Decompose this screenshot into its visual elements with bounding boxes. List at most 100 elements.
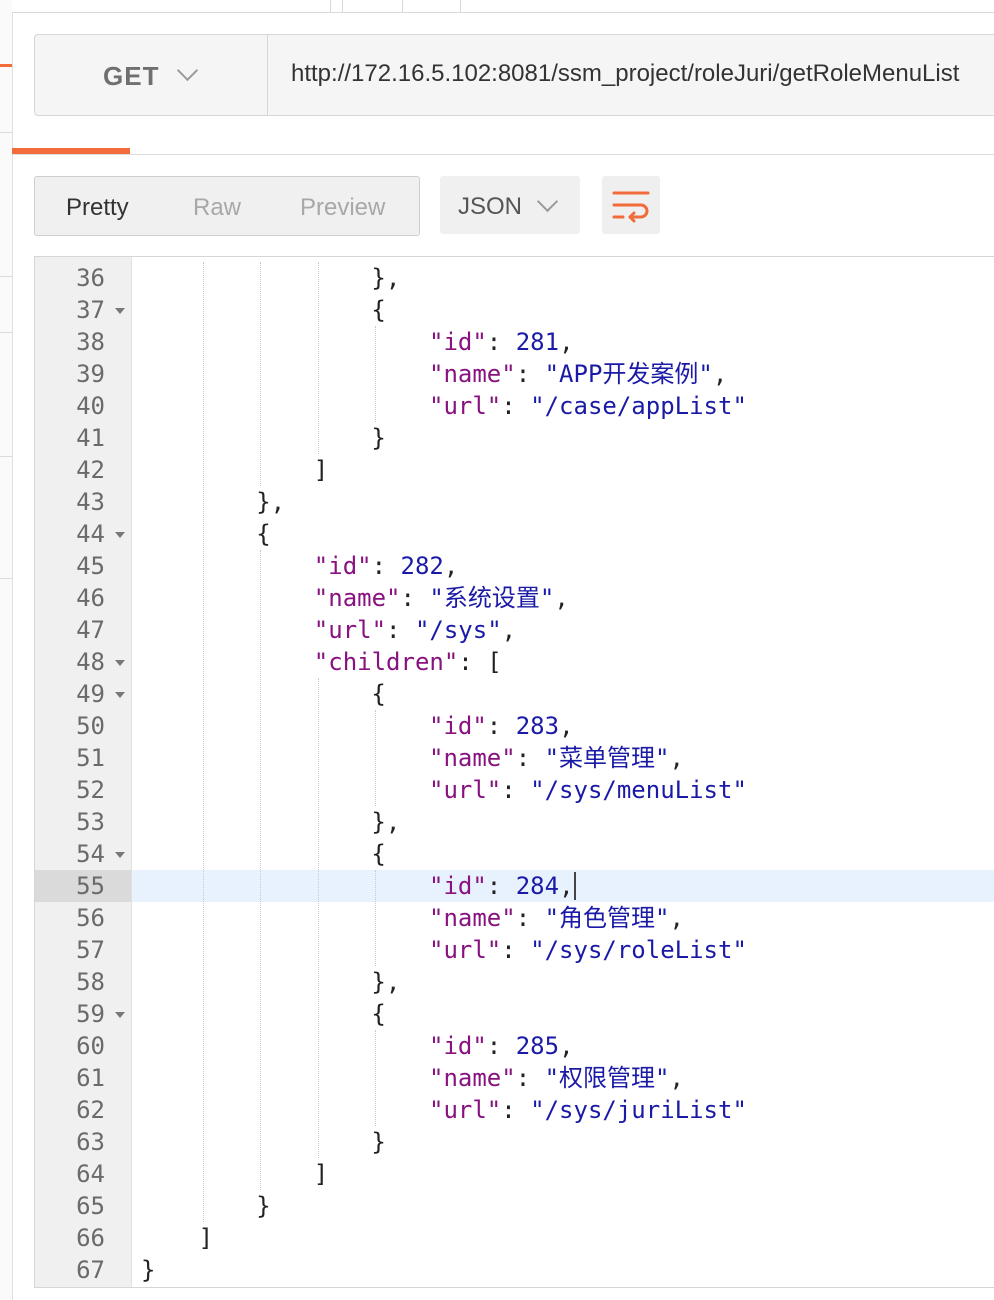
- json-key: "name": [429, 1064, 516, 1092]
- wrap-lines-button[interactable]: [602, 176, 660, 234]
- line-number: 46: [76, 584, 105, 612]
- code-line: },: [371, 966, 400, 998]
- json-punctuation: :: [400, 584, 430, 612]
- json-punctuation: {: [371, 680, 386, 708]
- wrap-lines-icon: [612, 191, 650, 223]
- json-punctuation: ,: [669, 744, 684, 772]
- json-value: 282: [400, 552, 444, 580]
- code-line: ]: [314, 1158, 328, 1190]
- method-select[interactable]: GET: [35, 35, 268, 115]
- json-punctuation: :: [501, 1096, 531, 1124]
- json-punctuation: :: [515, 744, 545, 772]
- json-punctuation: },: [371, 264, 401, 292]
- json-punctuation: ,: [559, 712, 574, 740]
- line-number: 36: [76, 264, 105, 292]
- json-value: "角色管理": [544, 904, 670, 932]
- view-mode-preview[interactable]: Preview: [300, 194, 385, 222]
- code-line: },: [256, 486, 285, 518]
- line-number: 38: [76, 328, 105, 356]
- json-punctuation: :: [515, 1064, 545, 1092]
- code-line: {: [371, 838, 385, 870]
- json-punctuation: :: [501, 936, 531, 964]
- line-number: 58: [76, 968, 105, 996]
- view-mode-pretty[interactable]: Pretty: [66, 194, 129, 222]
- format-select[interactable]: JSON: [440, 176, 580, 234]
- json-key: "url": [429, 392, 502, 420]
- fold-toggle-icon[interactable]: [115, 692, 125, 698]
- fold-toggle-icon[interactable]: [115, 852, 125, 858]
- json-punctuation: ,: [554, 584, 569, 612]
- chevron-down-icon: [536, 190, 559, 213]
- sidebar-divider: [0, 132, 12, 133]
- line-number: 59: [76, 1000, 105, 1028]
- code-line: "id": 284,: [429, 870, 574, 902]
- json-punctuation: ,: [559, 328, 574, 356]
- line-number: 65: [76, 1192, 105, 1220]
- view-mode-raw[interactable]: Raw: [193, 194, 241, 222]
- json-key: "name": [313, 584, 401, 612]
- json-value: "/sys/juriList": [530, 1096, 747, 1124]
- tab-separator: [330, 0, 331, 12]
- line-number: 66: [76, 1224, 105, 1252]
- line-number: 44: [76, 520, 105, 548]
- code-line: }: [371, 1126, 385, 1158]
- line-number: 53: [76, 808, 105, 836]
- line-number: 56: [76, 904, 105, 932]
- code-line: "id": 281,: [429, 326, 574, 358]
- indent-guide: [260, 262, 262, 486]
- indent-guide: [375, 870, 377, 966]
- code-line: }: [141, 1254, 155, 1286]
- url-input[interactable]: http://172.16.5.102:8081/ssm_project/rol…: [291, 60, 959, 88]
- code-line: "name": "系统设置",: [314, 582, 569, 614]
- json-value: "/case/appList": [530, 392, 747, 420]
- fold-toggle-icon[interactable]: [115, 660, 125, 666]
- tab-strip: [12, 0, 994, 13]
- code-line: }: [256, 1190, 270, 1222]
- fold-toggle-icon[interactable]: [115, 1012, 125, 1018]
- json-punctuation: :: [486, 328, 516, 356]
- json-key: "children": [313, 648, 459, 676]
- json-punctuation: }: [371, 424, 386, 452]
- json-punctuation: :: [486, 1032, 516, 1060]
- line-number: 57: [76, 936, 105, 964]
- json-punctuation: ,: [501, 616, 517, 644]
- json-punctuation: ]: [198, 1224, 214, 1252]
- fold-toggle-icon[interactable]: [115, 532, 125, 538]
- json-punctuation: :: [501, 392, 531, 420]
- sidebar-divider: [0, 276, 12, 277]
- json-punctuation: ,: [559, 872, 574, 900]
- code-line: "name": "菜单管理",: [429, 742, 684, 774]
- line-number: 39: [76, 360, 105, 388]
- indent-guide: [317, 262, 319, 454]
- json-punctuation: {: [371, 840, 386, 868]
- json-punctuation: :: [371, 552, 401, 580]
- json-punctuation: :: [486, 872, 516, 900]
- code-line: }: [371, 422, 385, 454]
- json-value: "/sys": [414, 616, 502, 644]
- tab-separator: [460, 0, 461, 12]
- indent-guide: [202, 262, 204, 1222]
- json-key: "id": [429, 1032, 487, 1060]
- json-key: "id": [429, 872, 487, 900]
- chevron-down-icon: [176, 59, 199, 82]
- json-punctuation: ]: [313, 456, 329, 484]
- code-line: "name": "角色管理",: [429, 902, 684, 934]
- indent-guide: [260, 550, 262, 1190]
- line-number: 61: [76, 1064, 105, 1092]
- response-body-editor[interactable]: 36 37 38 39 40 41 42 43 44 45 46 47 48 49 50 51 52 53 54 55…: [34, 256, 994, 1288]
- code-line: "id": 283,: [429, 710, 574, 742]
- fold-toggle-icon[interactable]: [115, 308, 125, 314]
- code-line: "url": "/sys/juriList": [429, 1094, 747, 1126]
- json-punctuation: ,: [559, 1032, 574, 1060]
- json-punctuation: {: [371, 296, 386, 324]
- code-line: },: [371, 262, 400, 294]
- json-value: "权限管理": [544, 1064, 670, 1092]
- json-key: "id": [313, 552, 372, 580]
- section-divider: [12, 154, 994, 155]
- json-punctuation: :: [386, 616, 415, 644]
- json-value: "/sys/menuList": [530, 776, 747, 804]
- request-bar: GET http://172.16.5.102:8081/ssm_project…: [34, 34, 994, 116]
- json-punctuation: :: [486, 712, 516, 740]
- indent-guide: [375, 326, 377, 422]
- code-line: {: [256, 518, 270, 550]
